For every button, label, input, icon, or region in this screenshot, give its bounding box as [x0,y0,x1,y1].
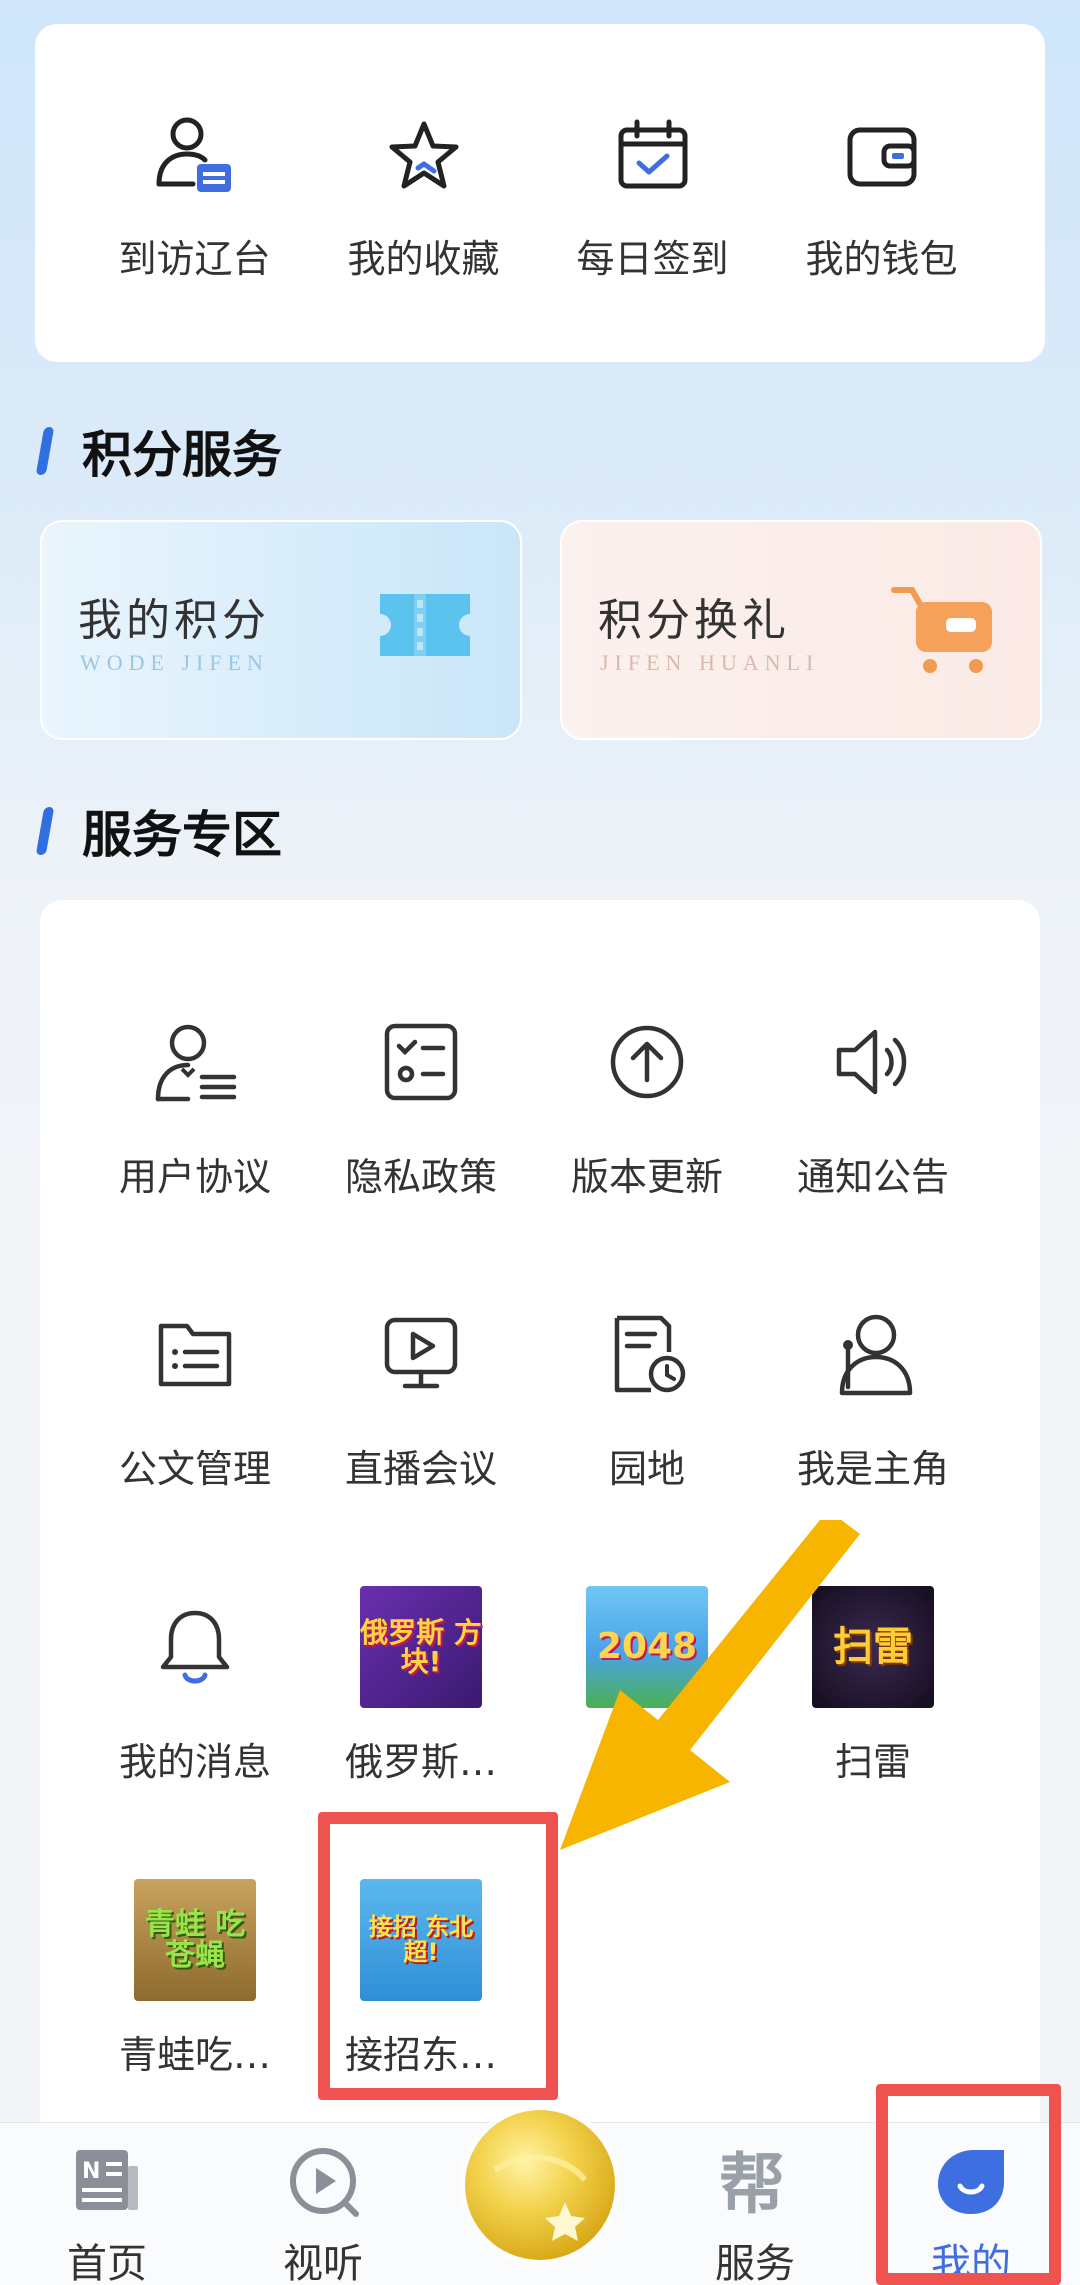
quick-actions-row: 到访辽台 我的收藏 每日签到 我的钱包 [80,106,996,283]
my-points-title: 我的积分 [78,595,270,646]
points-section-title-text: 积分服务 [82,425,282,484]
live-meeting-button[interactable]: 直播会议 [308,1292,534,1493]
visit-liaotai-label: 到访辽台 [118,237,271,281]
svg-text:帮: 帮 [719,2146,785,2221]
document-management-label: 公文管理 [118,1447,271,1491]
privacy-policy-label: 隐私政策 [344,1155,497,1199]
live-meeting-label: 直播会议 [344,1447,497,1491]
tetris-game-button[interactable]: 俄罗斯 方块! 俄罗斯… [308,1585,534,1786]
wallet-icon [832,106,932,206]
tetris-game-label: 俄罗斯… [344,1740,497,1784]
user-mic-icon [811,1292,935,1416]
star-icon [374,106,474,206]
section-accent-bar [35,807,55,855]
my-favorites-button[interactable]: 我的收藏 [309,106,538,283]
frog-game-art: 青蛙 吃苍蝇 [134,1879,256,2001]
newspaper-icon: N [67,2141,147,2221]
star-logo-icon [493,2154,588,2241]
highlight-box-mine-tab [876,2084,1061,2285]
ticket-icon [370,570,480,680]
person-card-icon [145,106,245,206]
points-exchange-title: 积分换礼 [598,595,790,646]
tab-home[interactable]: N 首页 [32,2141,182,2285]
frog-game-icon: 青蛙 吃苍蝇 [133,1878,257,2002]
my-points-card[interactable]: 我的积分 WODE JIFEN [40,520,522,740]
i-am-protagonist-label: 我是主角 [796,1447,949,1491]
service-section-title: 服务专区 [35,795,282,867]
points-exchange-card[interactable]: 积分换礼 JIFEN HUANLI [560,520,1042,740]
tab-service[interactable]: 帮 服务 [680,2141,830,2285]
document-clock-icon [585,1292,709,1416]
daily-checkin-label: 每日签到 [576,237,729,281]
upload-circle-icon [585,1000,709,1124]
my-wallet-button[interactable]: 我的钱包 [767,106,996,283]
highlight-box-football-game [318,1812,558,2100]
folder-list-icon [133,1292,257,1416]
monitor-play-icon [359,1292,483,1416]
user-agreement-label: 用户协议 [118,1155,271,1199]
i-am-protagonist-button[interactable]: 我是主角 [760,1292,986,1493]
calendar-check-icon [603,106,703,206]
document-management-button[interactable]: 公文管理 [82,1292,308,1493]
service-section-title-text: 服务专区 [82,805,282,864]
tab-watch[interactable]: 视听 [248,2141,398,2285]
garden-label: 园地 [608,1447,685,1491]
help-character-icon: 帮 [715,2141,795,2221]
service-row-2: 公文管理 直播会议 园地 我是主角 [82,1292,986,1493]
announcement-label: 通知公告 [796,1155,949,1199]
svg-text:N: N [82,2159,100,2184]
points-exchange-subtitle: JIFEN HUANLI [600,650,820,675]
tetris-game-icon: 俄罗斯 方块! [359,1585,483,1709]
bell-icon [133,1585,257,1709]
service-row-1: 用户协议 隐私政策 版本更新 通知公告 [82,1000,986,1201]
privacy-policy-button[interactable]: 隐私政策 [308,1000,534,1201]
garden-button[interactable]: 园地 [534,1292,760,1493]
center-logo-button[interactable] [465,2110,615,2260]
visit-liaotai-button[interactable]: 到访辽台 [80,106,309,283]
checklist-icon [359,1000,483,1124]
user-agreement-button[interactable]: 用户协议 [82,1000,308,1201]
tab-watch-label: 视听 [283,2241,363,2285]
version-update-button[interactable]: 版本更新 [534,1000,760,1201]
announcement-button[interactable]: 通知公告 [760,1000,986,1201]
user-list-icon [133,1000,257,1124]
play-circle-icon [283,2141,363,2221]
pointer-arrow [560,1520,860,1850]
daily-checkin-button[interactable]: 每日签到 [538,106,767,283]
tetris-game-art: 俄罗斯 方块! [360,1586,482,1708]
tab-home-label: 首页 [67,2241,147,2285]
my-messages-label: 我的消息 [118,1740,271,1784]
section-accent-bar [35,427,55,475]
version-update-label: 版本更新 [570,1155,723,1199]
my-wallet-label: 我的钱包 [805,237,958,281]
frog-game-button[interactable]: 青蛙 吃苍蝇 青蛙吃… [82,1878,308,2079]
points-section-title: 积分服务 [35,415,282,487]
tab-service-label: 服务 [715,2241,795,2285]
speaker-icon [811,1000,935,1124]
my-favorites-label: 我的收藏 [347,237,500,281]
my-messages-button[interactable]: 我的消息 [82,1585,308,1786]
shopping-cart-icon [890,570,1000,680]
my-points-subtitle: WODE JIFEN [80,650,269,675]
frog-game-label: 青蛙吃… [118,2033,271,2077]
